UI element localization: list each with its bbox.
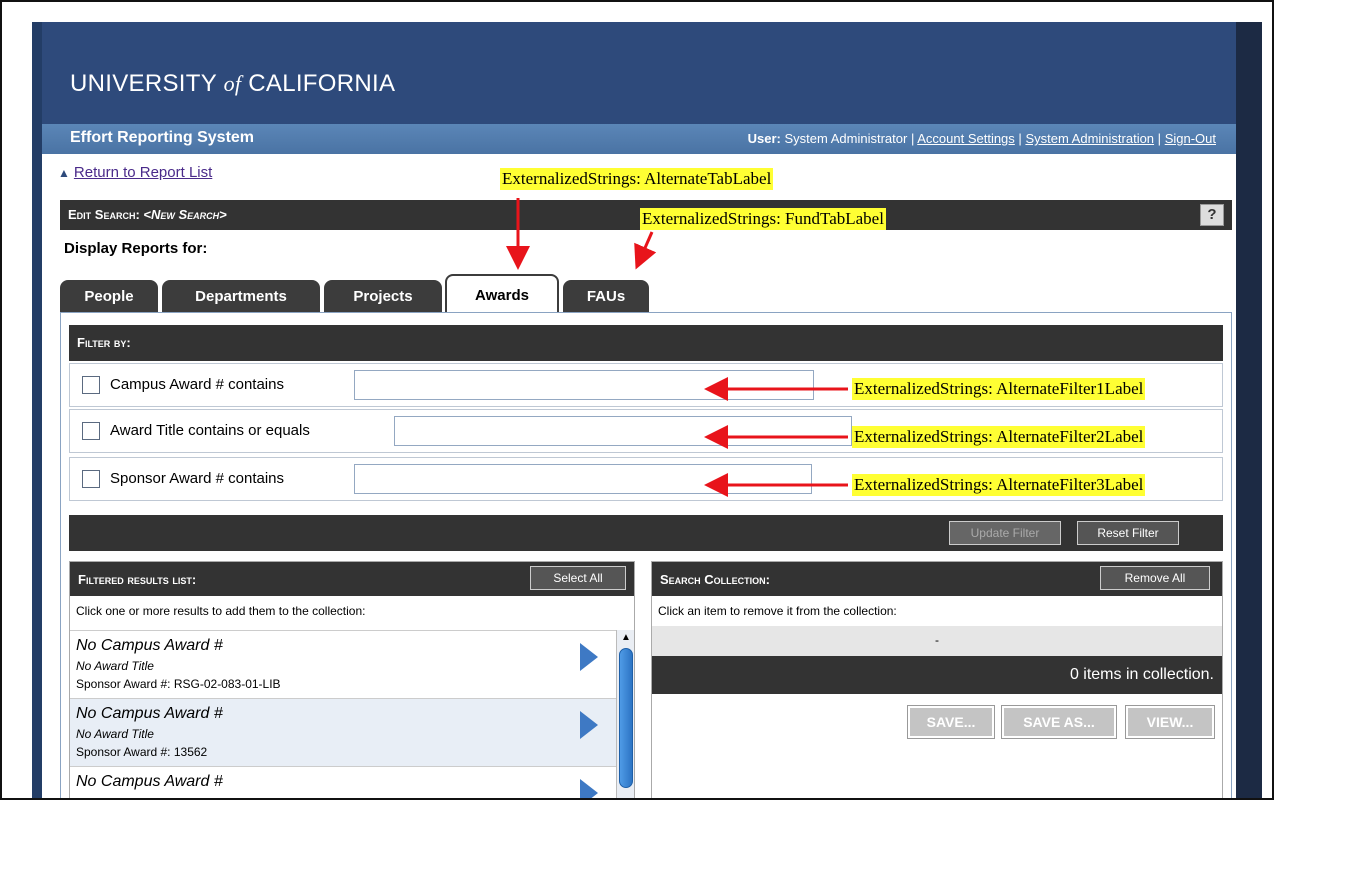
screenshot-frame: UNIVERSITY of CALIFORNIA Effort Reportin… [0,0,1274,800]
sponsor-award-checkbox[interactable] [82,470,100,488]
view-button[interactable]: VIEW... [1125,705,1215,739]
filtered-results-panel: Filtered results list: Select All Click … [69,561,635,798]
save-button[interactable]: SAVE... [907,705,995,739]
collection-empty-item: - [652,626,1222,656]
reset-filter-button[interactable]: Reset Filter [1077,521,1179,545]
add-arrow-icon[interactable] [580,643,598,671]
campus-award-input[interactable] [354,370,814,400]
annotation-filter3: ExternalizedStrings: AlternateFilter3Lab… [852,474,1146,496]
add-arrow-icon[interactable] [580,711,598,739]
award-title-label: Award Title contains or equals [110,422,310,439]
campus-award-checkbox[interactable] [82,376,100,394]
result-item[interactable]: No Campus Award # [70,766,616,798]
sponsor-award-input[interactable] [354,464,812,494]
user-links: User: System Administrator | Account Set… [747,131,1216,146]
scroll-thumb[interactable] [619,648,633,788]
display-reports-label: Display Reports for: [64,240,208,257]
results-hint: Click one or more results to add them to… [76,604,366,618]
collection-header: Search Collection: Remove All [652,562,1222,596]
sponsor-award-label: Sponsor Award # contains [110,470,285,487]
collection-count: 0 items in collection. [652,656,1222,694]
annotation-filter1: ExternalizedStrings: AlternateFilter1Lab… [852,378,1146,400]
remove-all-button[interactable]: Remove All [1100,566,1210,590]
annotation-filter2: ExternalizedStrings: AlternateFilter2Lab… [852,426,1146,448]
result-item[interactable]: No Campus Award # No Award Title Sponsor… [70,698,616,766]
account-settings-link[interactable]: Account Settings [917,131,1015,146]
filter-actions-bar: Update Filter Reset Filter [69,515,1223,551]
scroll-up-icon[interactable]: ▲ [619,630,633,646]
university-banner: UNIVERSITY of CALIFORNIA [42,22,1236,124]
window-right-edge [1236,22,1262,798]
tab-people[interactable]: People [60,280,158,312]
system-name: Effort Reporting System [70,129,255,146]
user-name: System Administrator [784,131,908,146]
result-item[interactable]: No Campus Award # No Award Title Sponsor… [70,630,616,698]
up-arrow-icon: ▲ [58,166,70,180]
tab-awards[interactable]: Awards [445,274,559,314]
campus-award-label: Campus Award # contains [110,376,284,393]
tab-projects[interactable]: Projects [324,280,442,312]
search-name: <New Search> [143,207,227,222]
user-label: User: [747,131,781,146]
collection-hint: Click an item to remove it from the coll… [658,604,897,618]
award-title-checkbox[interactable] [82,422,100,440]
return-link-label[interactable]: Return to Report List [74,164,212,181]
window-left-edge [32,22,42,798]
tab-faus[interactable]: FAUs [563,280,649,312]
update-filter-button[interactable]: Update Filter [949,521,1061,545]
results-header: Filtered results list: Select All [70,562,634,596]
select-all-button[interactable]: Select All [530,566,626,590]
university-logo-text: UNIVERSITY of CALIFORNIA [70,70,396,97]
save-as-button[interactable]: SAVE AS... [1001,705,1117,739]
award-title-input[interactable] [394,416,852,446]
add-arrow-icon[interactable] [580,779,598,798]
edit-search-title: Edit Search: <New Search> [68,207,227,222]
tab-departments[interactable]: Departments [162,280,320,312]
sign-out-link[interactable]: Sign-Out [1165,131,1216,146]
search-collection-panel: Search Collection: Remove All Click an i… [651,561,1223,798]
help-button[interactable]: ? [1200,204,1224,226]
filter-header: Filter by: [69,325,1223,361]
return-to-report-list[interactable]: ▲ Return to Report List [58,164,212,181]
system-administration-link[interactable]: System Administration [1025,131,1154,146]
annotation-fund-tab: ExternalizedStrings: FundTabLabel [640,208,886,230]
results-scrollbar[interactable]: ▲ [616,630,634,798]
system-header-bar: Effort Reporting System User: System Adm… [42,124,1236,154]
annotation-alternate-tab: ExternalizedStrings: AlternateTabLabel [500,168,774,190]
